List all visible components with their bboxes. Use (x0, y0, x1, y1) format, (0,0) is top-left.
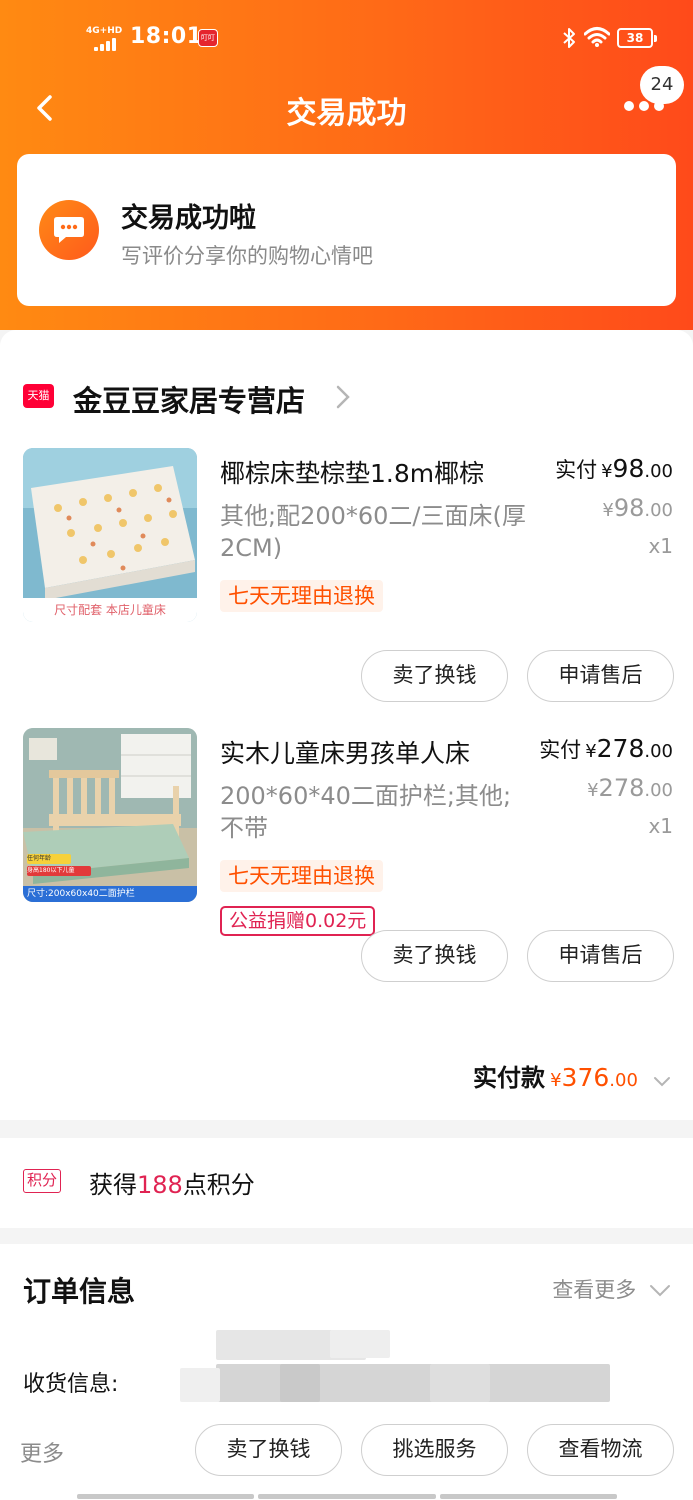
success-card[interactable]: 交易成功啦 写评价分享你的购物心情吧 (17, 154, 676, 306)
tmall-icon: 天猫 (23, 384, 54, 408)
product-title[interactable]: 实木儿童床男孩单人床 (220, 734, 530, 770)
paid-price: 实付 ¥278.00 (539, 734, 673, 763)
points-earned: 获得188点积分 (89, 1171, 255, 1199)
chevron-down-icon (654, 1076, 670, 1086)
chat-bubble-icon (39, 200, 99, 260)
product-spec: 200*60*40二面护栏;其他;不带 (220, 782, 512, 842)
choose-service-button[interactable]: 挑选服务 (361, 1424, 508, 1476)
quantity: x1 (648, 814, 673, 838)
sell-button[interactable]: 卖了换钱 (361, 650, 508, 702)
product-spec: 其他;配200*60二/三面床(厚2CM) (220, 502, 526, 562)
order-item[interactable]: 任何年龄 身高180以下儿童 尺寸:200x60x40二面护栏 实木儿童床男孩单… (0, 728, 693, 1028)
sell-button[interactable]: 卖了换钱 (361, 930, 508, 982)
order-card: 天猫 金豆豆家居专营店 尺寸配套 本店儿童床 椰棕床垫棕垫1.8m椰棕 其他;配… (0, 330, 693, 1120)
status-time: 18:01 (130, 24, 203, 49)
original-price: ¥98.00 (602, 494, 673, 522)
order-info-title: 订单信息 (23, 1275, 136, 1308)
success-subtitle: 写评价分享你的购物心情吧 (121, 244, 373, 268)
chevron-down-icon (650, 1285, 670, 1297)
quantity: x1 (648, 534, 673, 558)
after-sale-button[interactable]: 申请售后 (527, 930, 674, 982)
product-sticker: 任何年龄 (27, 855, 52, 862)
success-title: 交易成功啦 (121, 203, 256, 234)
header: 4G+HD 18:01 叮叮 38 交易成功 24 交易成功啦 写评价分享你的购… (0, 0, 693, 330)
product-title[interactable]: 椰棕床垫棕垫1.8m椰棕 (220, 454, 530, 490)
product-image-caption: 尺寸:200x60x40二面护栏 (27, 889, 135, 899)
order-item[interactable]: 尺寸配套 本店儿童床 椰棕床垫棕垫1.8m椰棕 其他;配200*60二/三面床(… (0, 448, 693, 748)
store-name: 金豆豆家居专营店 (73, 384, 306, 418)
status-bar: 4G+HD 18:01 叮叮 38 (0, 18, 693, 62)
original-price: ¥278.00 (587, 774, 673, 802)
sell-button[interactable]: 卖了换钱 (195, 1424, 342, 1476)
after-sale-button[interactable]: 申请售后 (527, 650, 674, 702)
wifi-icon (584, 27, 610, 47)
view-more-link[interactable]: 查看更多 (552, 1274, 671, 1304)
chevron-right-icon (336, 385, 350, 409)
total-paid-label: 实付款 (473, 1064, 545, 1092)
store-header[interactable]: 天猫 金豆豆家居专营店 (23, 378, 663, 418)
app-notification-icon: 叮叮 (198, 29, 218, 47)
shipping-info-label: 收货信息: (23, 1372, 119, 1397)
view-logistics-button[interactable]: 查看物流 (527, 1424, 674, 1476)
total-paid-row[interactable]: 实付款 ¥376.00 (473, 1058, 671, 1093)
more-menu-button[interactable]: 更多 (20, 1436, 64, 1468)
home-indicator (77, 1494, 617, 1499)
product-image[interactable] (23, 448, 197, 622)
bluetooth-icon (563, 28, 575, 48)
page-title: 交易成功 (286, 96, 407, 131)
total-paid-amount: ¥376.00 (550, 1063, 638, 1092)
points-card: 积分 获得188点积分 (0, 1138, 693, 1228)
bottom-action-bar: 更多 卖了换钱 挑选服务 查看物流 (0, 1402, 693, 1500)
message-count-badge[interactable]: 24 (640, 66, 684, 104)
points-icon: 积分 (23, 1169, 62, 1193)
network-type: 4G+HD (86, 26, 123, 36)
paid-price: 实付 ¥98.00 (555, 454, 673, 483)
redacted-shipping-info (180, 1330, 650, 1410)
signal-icon: 4G+HD (86, 26, 126, 51)
return-policy-tag: 七天无理由退换 (220, 580, 383, 612)
charity-tag[interactable]: 公益捐赠0.02元 (220, 906, 376, 936)
battery-indicator: 38 (617, 28, 657, 48)
product-image-caption: 尺寸配套 本店儿童床 (54, 603, 166, 617)
product-sticker: 身高180以下儿童 (27, 867, 75, 874)
return-policy-tag: 七天无理由退换 (220, 860, 383, 892)
